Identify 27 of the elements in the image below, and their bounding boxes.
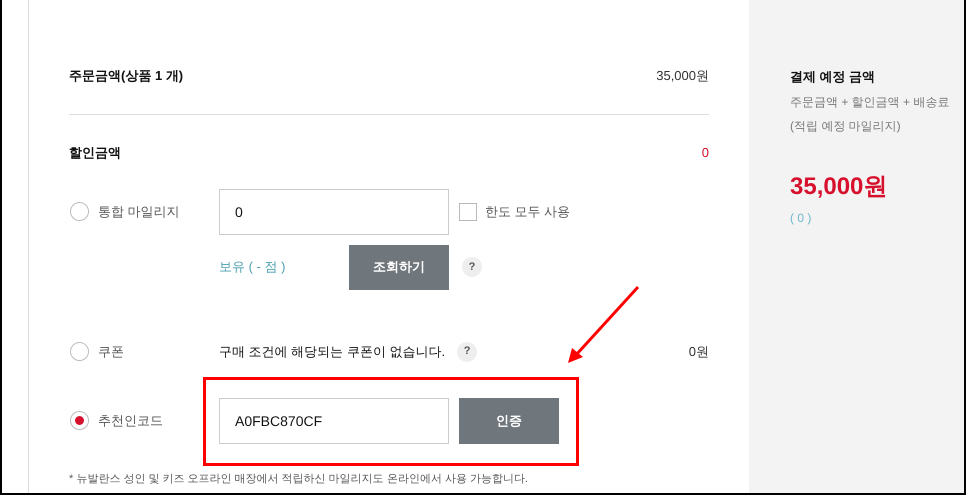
radio-button[interactable]	[70, 411, 89, 430]
discount-label: 할인금액	[69, 144, 121, 162]
radio-button[interactable]	[70, 202, 89, 221]
total-amount: 35,000원	[790, 172, 888, 202]
points-amount: ( 0 )	[790, 210, 812, 226]
help-icon[interactable]: ?	[457, 342, 478, 362]
mileage-balance: 보유 ( - 점 )	[219, 258, 286, 276]
summary-subtext: (적립 예정 마일리지)	[790, 118, 902, 134]
order-amount: 35,000원	[656, 67, 709, 86]
coupon-message: 구매 조건에 해당되는 쿠폰이 없습니다.	[219, 342, 446, 361]
coupon-amount: 0원	[688, 342, 709, 361]
referral-code-input[interactable]: A0FBC870CF	[219, 398, 449, 444]
checkbox[interactable]	[459, 202, 477, 220]
summary-formula: 주문금액 + 할인금액 + 배송료	[790, 94, 950, 110]
lookup-button[interactable]: 조회하기	[349, 244, 449, 290]
note-text: * 뉴발란스 성인 및 키즈 오프라인 매장에서 적립하신 마일리지도 온라인에서 사용 가능합니다.	[69, 472, 529, 486]
help-icon[interactable]: ?	[462, 257, 482, 277]
verify-button[interactable]: 인증	[459, 398, 559, 444]
mileage-label: 통합 마일리지	[98, 202, 180, 221]
radio-button[interactable]	[70, 342, 89, 361]
use-all-label: 한도 모두 사용	[485, 202, 570, 221]
coupon-label: 쿠폰	[98, 342, 124, 361]
summary-title: 결제 예정 금액	[790, 68, 876, 86]
referral-label: 추천인코드	[98, 412, 163, 430]
discount-amount: 0	[702, 144, 709, 162]
order-label: 주문금액(상품 1 개)	[69, 67, 184, 86]
mileage-input[interactable]: 0	[219, 188, 449, 234]
